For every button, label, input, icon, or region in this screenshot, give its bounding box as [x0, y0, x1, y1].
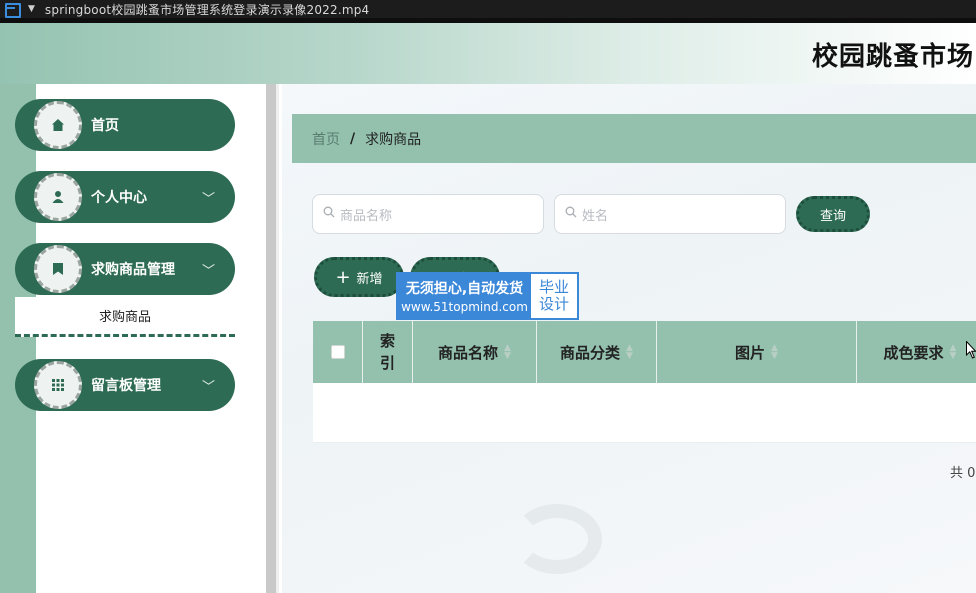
window-title-bar: ▼ springboot校园跳蚤市场管理系统登录演示录像2022.mp4 [0, 0, 976, 18]
caret-down-icon[interactable]: ▼ [28, 4, 35, 14]
sidebar-divider [266, 84, 279, 593]
table-body-empty [313, 383, 976, 443]
chevron-down-icon: ﹀ [201, 263, 215, 279]
column-header-label: 商品分类 [560, 343, 621, 362]
column-header-image[interactable]: 图片 ▲ ▼ [657, 321, 857, 383]
search-icon [565, 206, 577, 222]
watermark-tag: 毕业 设计 [531, 274, 577, 318]
add-button[interactable]: + 新增 [314, 257, 404, 297]
column-header-label: 图片 [735, 343, 766, 362]
watermark-main: 无须担心,自动发货 www.51topmind.com [398, 274, 531, 318]
chevron-down-icon: ﹀ [201, 379, 215, 395]
name-search-input[interactable]: 姓名 [554, 194, 786, 234]
product-name-placeholder: 商品名称 [340, 208, 393, 224]
sidebar-item-label: 求购商品管理 [91, 262, 175, 278]
column-header-label: 成色要求 [883, 343, 944, 362]
name-placeholder: 姓名 [582, 208, 609, 224]
app-icon [4, 2, 21, 18]
watermark-url: www.51topmind.com [401, 300, 528, 314]
mouse-cursor-icon [966, 341, 976, 359]
site-header: 校园跳蚤市场 [0, 23, 976, 84]
sidebar-item-purchase-management[interactable]: 求购商品管理 ﹀ [15, 243, 235, 295]
column-header-condition[interactable]: 成色要求 ▲ ▼ [857, 321, 976, 383]
breadcrumb: 首页 / 求购商品 [292, 114, 976, 163]
watermark-banner: 无须担心,自动发货 www.51topmind.com 毕业 设计 [396, 272, 579, 320]
bookmark-icon [34, 245, 82, 293]
sidebar-item-label: 留言板管理 [91, 378, 161, 394]
sort-icon[interactable]: ▲ ▼ [771, 344, 778, 361]
index-header-line2: 引 [379, 354, 395, 372]
sidebar-item-label: 首页 [91, 118, 119, 134]
index-header-line1: 索 [379, 332, 395, 350]
breadcrumb-home[interactable]: 首页 [312, 129, 340, 149]
watermark-slogan: 无须担心,自动发货 [405, 281, 524, 297]
column-header-product-category[interactable]: 商品分类 ▲ ▼ [537, 321, 657, 383]
column-header-index: 索 引 [363, 321, 413, 383]
sidebar-item-message-board[interactable]: 留言板管理 ﹀ [15, 359, 235, 411]
table-header: 索 引 商品名称 ▲ ▼ 商品分类 ▲ ▼ 图片 ▲ ▼ 成色要求 ▲ ▼ [313, 321, 976, 383]
home-icon [34, 101, 82, 149]
sort-icon[interactable]: ▲ ▼ [626, 344, 633, 361]
search-icon [323, 206, 335, 222]
select-all-checkbox[interactable] [330, 345, 345, 359]
plus-icon: + [335, 266, 351, 288]
sidebar-subitem-purchase-goods[interactable]: 求购商品 [15, 297, 235, 337]
window-title: springboot校园跳蚤市场管理系统登录演示录像2022.mp4 [44, 2, 370, 17]
main-content: 首页 / 求购商品 商品名称 姓名 查询 + 新增 删除 无须担心,自动发货 w… [282, 84, 976, 593]
query-button[interactable]: 查询 [796, 196, 870, 232]
breadcrumb-separator: / [350, 130, 356, 147]
background-decoration [512, 504, 602, 574]
watermark-tag-bottom: 设计 [538, 295, 569, 313]
sort-icon[interactable]: ▲ ▼ [504, 344, 511, 361]
select-all-cell [313, 321, 363, 383]
sort-icon[interactable]: ▲ ▼ [950, 344, 957, 361]
column-header-label: 商品名称 [438, 343, 499, 362]
left-edge-strip [0, 84, 36, 593]
product-name-search-input[interactable]: 商品名称 [312, 194, 544, 234]
sidebar-item-home[interactable]: 首页 [15, 99, 235, 151]
chevron-down-icon: ﹀ [201, 191, 215, 207]
breadcrumb-current: 求购商品 [365, 131, 422, 148]
pagination-total: 共 0 [950, 466, 976, 481]
site-title: 校园跳蚤市场 [812, 42, 975, 72]
sidebar-item-label: 个人中心 [91, 190, 147, 206]
add-button-label: 新增 [356, 271, 383, 287]
grid-icon [34, 361, 82, 409]
sidebar-item-personal-center[interactable]: 个人中心 ﹀ [15, 171, 235, 223]
column-header-product-name[interactable]: 商品名称 ▲ ▼ [413, 321, 537, 383]
watermark-tag-top: 毕业 [538, 278, 569, 296]
user-icon [34, 173, 82, 221]
